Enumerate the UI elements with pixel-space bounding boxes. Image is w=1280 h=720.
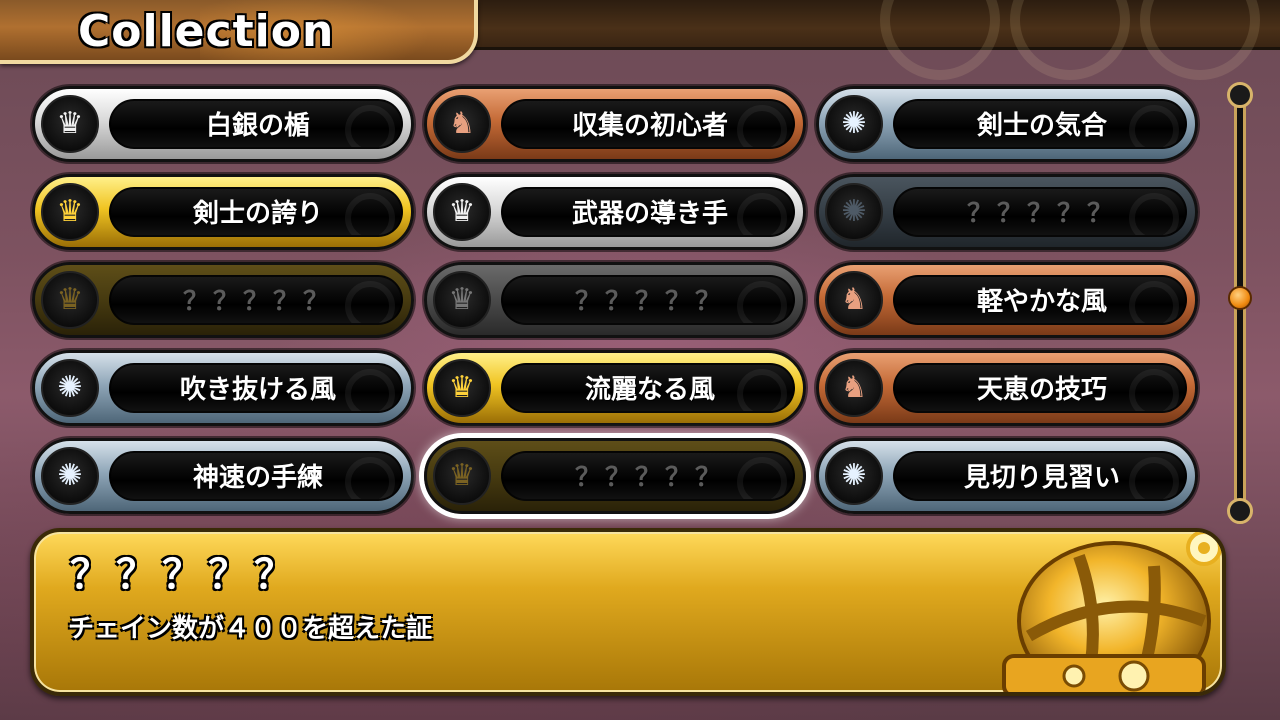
item-name-plate: 剣士の気合 — [893, 99, 1187, 149]
collection-item[interactable]: ♞ 天恵の技巧 — [816, 350, 1198, 426]
item-label: 剣士の誇り — [192, 199, 323, 229]
title-tab: Collection — [0, 0, 478, 64]
item-name-plate: ？？？？？ — [501, 275, 795, 325]
item-name-plate: 白銀の楯 — [109, 99, 403, 149]
item-label: 軽やかな風 — [976, 287, 1107, 317]
item-label: 流麗なる風 — [584, 375, 715, 405]
item-name-plate: 剣士の誇り — [109, 187, 403, 237]
item-label: ？？？？？ — [574, 287, 725, 317]
crown-icon: ♛ — [433, 183, 491, 241]
collection-item[interactable]: ♛ 流麗なる風 — [424, 350, 806, 426]
crown-icon: ♛ — [433, 271, 491, 329]
collection-item[interactable]: ✺ ？？？？？ — [816, 174, 1198, 250]
header: Collection — [0, 0, 1280, 80]
collection-item[interactable]: ✺ 見切り見習い — [816, 438, 1198, 514]
item-name-plate: ？？？？？ — [109, 275, 403, 325]
collection-item[interactable]: ✺ 剣士の気合 — [816, 86, 1198, 162]
collection-item[interactable]: ♛ ？？？？？ — [424, 262, 806, 338]
crown-icon: ♛ — [41, 95, 99, 153]
item-label: ？？？？？ — [182, 287, 333, 317]
item-label: 白銀の楯 — [205, 111, 310, 141]
item-name-plate: 見切り見習い — [893, 451, 1187, 501]
item-name-plate: ？？？？？ — [893, 187, 1187, 237]
swirl-decoration — [1010, 0, 1130, 80]
item-label: 天恵の技巧 — [976, 375, 1107, 405]
item-label: 見切り見習い — [963, 463, 1120, 493]
item-name-plate: 神速の手練 — [109, 451, 403, 501]
sun-emblem-icon: ✺ — [41, 359, 99, 417]
scroll-thumb[interactable] — [1228, 286, 1252, 310]
detail-panel: ？？？？？ チェイン数が４００を超えた証 — [30, 528, 1226, 696]
item-label: 剣士の気合 — [976, 111, 1107, 141]
crown-icon: ♛ — [41, 271, 99, 329]
collection-item[interactable]: ♛ 武器の導き手 — [424, 174, 806, 250]
crown-icon: ♛ — [41, 183, 99, 241]
detail-title: ？？？？？ — [70, 552, 300, 598]
detail-description: チェイン数が４００を超えた証 — [68, 614, 433, 644]
collection-item[interactable]: ♛ 剣士の誇り — [32, 174, 414, 250]
swirl-decoration — [1140, 0, 1260, 80]
item-label: ？？？？？ — [966, 199, 1117, 229]
item-name-plate: 収集の初心者 — [501, 99, 795, 149]
sun-emblem-icon: ✺ — [41, 447, 99, 505]
crown-icon: ♛ — [433, 447, 491, 505]
scrollbar[interactable] — [1224, 82, 1256, 524]
collection-grid: ♛ 白銀の楯 ♞ 収集の初心者 ✺ 剣士の気合 ♛ 剣士の誇り ♛ 武器の導き手 ✺ ？？？？？ ♛ ？？… — [32, 86, 1200, 518]
item-name-plate: 武器の導き手 — [501, 187, 795, 237]
crown-icon: ♛ — [433, 359, 491, 417]
sun-emblem-icon: ✺ — [825, 95, 883, 153]
collection-item[interactable]: ✺ 神速の手練 — [32, 438, 414, 514]
item-label: 武器の導き手 — [571, 199, 728, 229]
collection-item[interactable]: ♛ ？？？？？ — [424, 438, 806, 514]
collection-item[interactable]: ♞ 軽やかな風 — [816, 262, 1198, 338]
gold-crown-icon — [1002, 532, 1222, 692]
item-label: 収集の初心者 — [571, 111, 728, 141]
collection-item[interactable]: ♛ 白銀の楯 — [32, 86, 414, 162]
collection-item[interactable]: ♞ 収集の初心者 — [424, 86, 806, 162]
scroll-bottom-cap — [1227, 498, 1253, 524]
item-name-plate: 天恵の技巧 — [893, 363, 1187, 413]
swirl-decoration — [880, 0, 1000, 80]
sun-emblem-icon: ✺ — [825, 447, 883, 505]
item-name-plate: 流麗なる風 — [501, 363, 795, 413]
scroll-top-cap — [1227, 82, 1253, 108]
lion-crest-icon: ♞ — [433, 95, 491, 153]
lion-crest-icon: ♞ — [825, 271, 883, 329]
collection-item[interactable]: ♛ ？？？？？ — [32, 262, 414, 338]
item-label: ？？？？？ — [574, 463, 725, 493]
collection-item[interactable]: ✺ 吹き抜ける風 — [32, 350, 414, 426]
lion-crest-icon: ♞ — [825, 359, 883, 417]
sun-emblem-icon: ✺ — [825, 183, 883, 241]
item-name-plate: ？？？？？ — [501, 451, 795, 501]
item-label: 吹き抜ける風 — [179, 375, 336, 405]
page-title: Collection — [78, 6, 335, 57]
item-name-plate: 軽やかな風 — [893, 275, 1187, 325]
item-name-plate: 吹き抜ける風 — [109, 363, 403, 413]
item-label: 神速の手練 — [192, 463, 323, 493]
